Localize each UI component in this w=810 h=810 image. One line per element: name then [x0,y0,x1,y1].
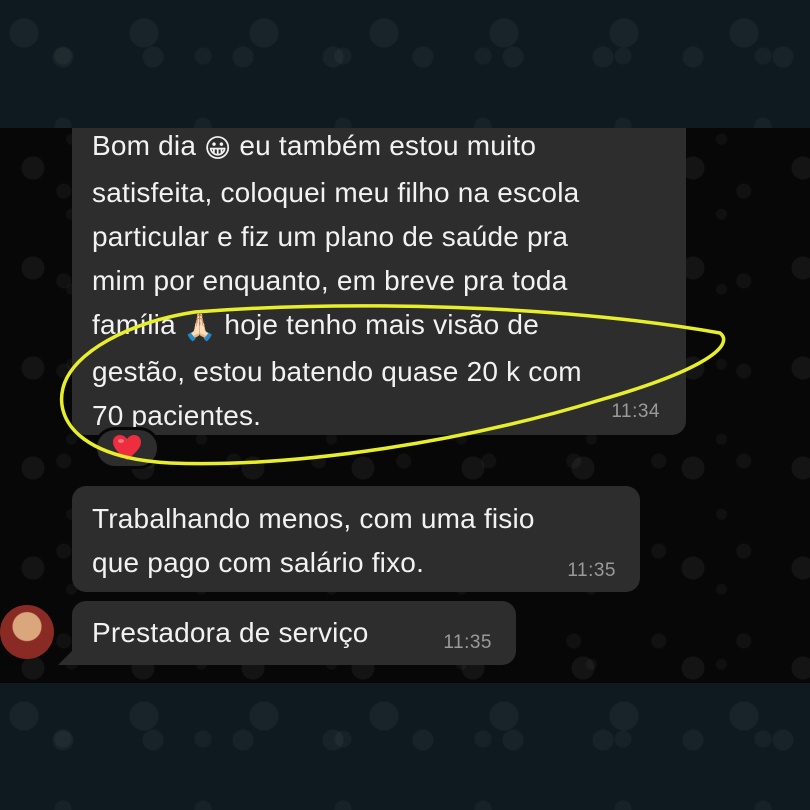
wallpaper-bottom [0,683,810,810]
contact-avatar[interactable] [0,605,54,659]
message-text: Prestadora de serviço [92,617,369,648]
message-bubble-incoming[interactable]: Bom dia 😀 eu também estou muito satisfei… [72,128,686,435]
message-bubble-incoming[interactable]: Trabalhando menos, com uma fisio que pag… [72,486,640,592]
heart-icon [113,435,141,460]
message-bubble-incoming[interactable]: Prestadora de serviço 11:35 [72,601,516,665]
chat-area[interactable]: Bom dia 😀 eu também estou muito satisfei… [0,128,810,683]
message-timestamp: 11:35 [567,560,616,581]
message-text: Trabalhando menos, com uma fisio que pag… [92,503,535,578]
bubble-tail [58,651,72,665]
wallpaper-top [0,0,810,128]
heart-reaction-icon[interactable] [94,427,160,469]
grinning-face-emoji-icon: 😀 [204,134,232,164]
message-text: Bom dia 😀 eu também estou muito satisfei… [92,130,582,431]
message-timestamp: 11:34 [611,401,660,422]
folded-hands-emoji-icon: 🙏🏻 [183,313,217,343]
message-timestamp: 11:35 [443,632,492,653]
